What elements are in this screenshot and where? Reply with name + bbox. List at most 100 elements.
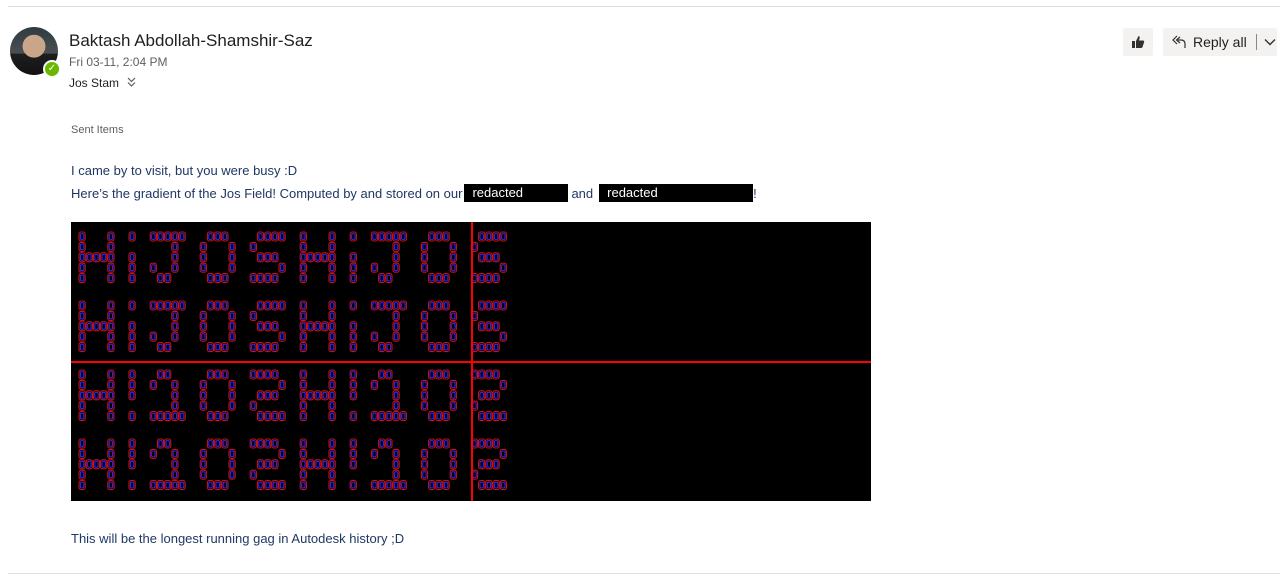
field-dot-inner — [329, 391, 335, 399]
field-dot-inner — [151, 481, 156, 489]
field-dot-inner — [79, 274, 85, 282]
field-dot-inner — [329, 440, 335, 447]
field-dot-inner — [108, 274, 114, 282]
field-dot-inner — [451, 450, 456, 458]
field-dot-inner — [472, 243, 477, 251]
field-dot-inner — [251, 274, 256, 282]
field-dot-inner — [329, 264, 335, 272]
field-dot-inner — [451, 460, 456, 468]
field-dot-inner — [493, 412, 499, 420]
field-dot-inner — [479, 322, 484, 330]
field-dot-inner — [251, 243, 256, 251]
field-dot-inner — [229, 312, 235, 320]
field-dot-inner — [129, 440, 135, 447]
field-dot-inner — [422, 312, 427, 320]
recipient-name[interactable]: Jos Stam — [69, 76, 119, 90]
field-dot-inner — [329, 402, 335, 410]
field-dot-inner — [258, 412, 263, 420]
field-dot-inner — [372, 412, 377, 420]
field-dot-inner — [479, 302, 484, 309]
reply-all-button[interactable]: Reply all — [1163, 28, 1277, 56]
field-dot-inner — [393, 322, 399, 330]
field-dot-inner — [208, 371, 213, 378]
field-dot-inner — [108, 343, 114, 351]
bottom-divider — [8, 573, 1280, 574]
expand-recipients-icon[interactable] — [127, 77, 136, 90]
gradient-field-image[interactable] — [71, 222, 871, 501]
field-dot-inner — [272, 253, 278, 261]
field-dot-inner — [251, 343, 256, 351]
field-dot-inner — [451, 333, 456, 341]
avatar[interactable]: ✓ — [10, 27, 61, 78]
field-dot-inner — [208, 440, 213, 447]
field-dot-inner — [422, 381, 427, 389]
field-dot-inner — [301, 460, 306, 468]
field-dot-inner — [393, 312, 399, 320]
field-dot-inner — [301, 481, 306, 489]
field-dot-inner — [429, 274, 434, 282]
field-dot-inner — [351, 274, 356, 282]
gradient-field-graphic — [71, 222, 871, 501]
field-dot-inner — [272, 343, 278, 351]
field-dot-inner — [351, 343, 356, 351]
field-dot-inner — [393, 391, 399, 399]
field-dot-inner — [172, 322, 178, 330]
field-dot-inner — [172, 450, 178, 458]
field-dot-inner — [393, 253, 399, 261]
field-dot-inner — [79, 333, 85, 341]
field-dot-inner — [79, 440, 85, 447]
field-dot-inner — [201, 253, 206, 261]
like-button[interactable] — [1123, 28, 1153, 56]
field-dot-inner — [329, 274, 335, 282]
field-dot-inner — [215, 412, 220, 420]
field-dot-inner — [329, 460, 335, 468]
field-dot-inner — [222, 302, 228, 309]
field-dot-inner — [436, 274, 442, 282]
field-dot-inner — [401, 412, 406, 420]
field-dot-inner — [451, 471, 456, 479]
split-divider — [1255, 34, 1257, 50]
field-dot-inner — [486, 412, 492, 420]
field-dot-inner — [493, 343, 499, 351]
field-dot-inner — [215, 274, 220, 282]
field-dot-inner — [301, 243, 306, 251]
field-dot-inner — [486, 440, 492, 447]
field-dot-inner — [79, 253, 85, 261]
sender-name[interactable]: Baktash Abdollah-Shamshir-Saz — [69, 31, 313, 51]
field-dot-inner — [351, 450, 356, 458]
field-dot-inner — [201, 471, 206, 479]
field-dot-inner — [436, 343, 442, 351]
field-dot-inner — [79, 312, 85, 320]
field-dot-inner — [386, 233, 392, 240]
field-dot-inner — [329, 333, 335, 341]
redacted-block-2: redacted — [599, 184, 754, 202]
field-dot-inner — [451, 243, 456, 251]
field-dot-inner — [222, 371, 228, 378]
field-dot-inner — [172, 412, 178, 420]
field-dot-inner — [208, 343, 213, 351]
field-dot-inner — [301, 391, 306, 399]
field-dot-inner — [258, 460, 263, 468]
field-dot-inner — [265, 302, 270, 309]
field-dot-inner — [393, 402, 399, 410]
field-dot-inner — [251, 440, 256, 447]
field-dot-inner — [322, 322, 328, 330]
field-dot-inner — [301, 402, 306, 410]
field-dot-inner — [451, 264, 456, 272]
field-dot-inner — [472, 471, 477, 479]
field-dot-inner — [429, 440, 434, 447]
field-dot-inner — [301, 233, 306, 240]
field-dot-inner — [108, 264, 114, 272]
field-dot-inner — [386, 412, 392, 420]
field-dot-inner — [479, 253, 484, 261]
field-dot-inner — [301, 333, 306, 341]
field-dot-inner — [351, 322, 356, 330]
field-dot-inner — [486, 371, 492, 378]
chevron-down-icon[interactable] — [1264, 38, 1276, 46]
field-dot-inner — [179, 481, 185, 489]
field-dot-inner — [222, 412, 228, 420]
field-dot-inner — [158, 233, 163, 240]
field-dot-inner — [215, 302, 220, 309]
field-dot-inner — [129, 391, 135, 399]
field-dot-inner — [79, 371, 85, 378]
